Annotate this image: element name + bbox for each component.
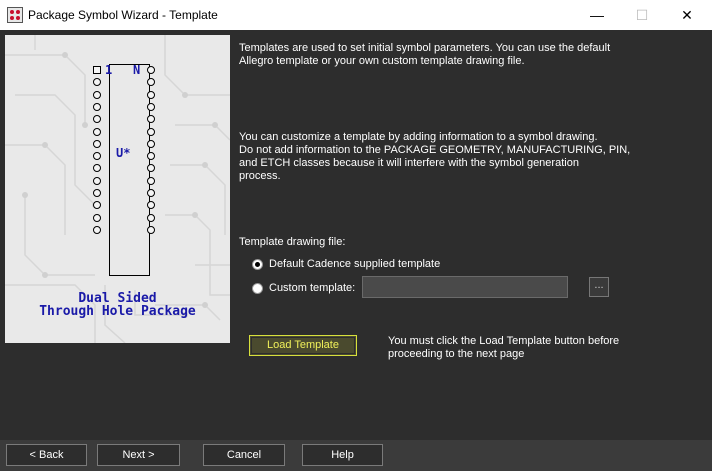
left-pin [93, 139, 101, 148]
right-pin [147, 66, 155, 74]
custom-template-radio[interactable] [252, 282, 263, 294]
intro-line-1: Templates are used to set initial symbol… [239, 42, 611, 54]
left-pin [93, 189, 101, 197]
intro-line-2: Allegro template or your own custom temp… [239, 55, 525, 67]
package-type-line2: Through Hole Package [39, 304, 196, 319]
minimize-button[interactable]: — [574, 0, 620, 30]
app-icon [7, 7, 23, 23]
load-template-button[interactable]: Load Template [249, 335, 357, 356]
right-pin [147, 176, 155, 185]
close-button[interactable]: ✕ [664, 0, 710, 30]
left-pin [93, 90, 101, 99]
back-button[interactable]: < Back [6, 444, 87, 466]
left-pin [93, 66, 101, 74]
left-pin [93, 176, 101, 185]
left-pin [93, 213, 101, 222]
intro-text: Templates are used to set initial symbol… [239, 42, 659, 68]
cancel-button[interactable]: Cancel [203, 444, 285, 466]
load-note-line-1: You must click the Load Template button … [388, 335, 620, 347]
customize-line-1: You can customize a template by adding i… [239, 131, 598, 143]
default-template-radio[interactable] [252, 258, 263, 270]
browse-button[interactable]: ... [589, 277, 609, 297]
maximize-button: ☐ [635, 7, 649, 23]
next-button[interactable]: Next > [97, 444, 180, 466]
right-pin [147, 102, 155, 111]
custom-template-option[interactable]: Custom template: [252, 280, 355, 296]
customize-line-3: and ETCH classes because it will interfe… [239, 157, 579, 169]
load-template-note: You must click the Load Template button … [388, 335, 688, 361]
left-pin [93, 127, 101, 136]
help-button[interactable]: Help [302, 444, 383, 466]
right-pin [147, 90, 155, 99]
load-note-line-2: proceeding to the next page [388, 348, 525, 360]
default-template-option[interactable]: Default Cadence supplied template [252, 256, 440, 272]
template-file-label: Template drawing file: [239, 236, 346, 248]
window-title: Package Symbol Wizard - Template [28, 8, 218, 22]
custom-template-label: Custom template: [269, 282, 356, 294]
pin1-label: 1 [105, 63, 113, 77]
customize-text: You can customize a template by adding i… [239, 131, 659, 183]
custom-template-path-input[interactable] [362, 276, 568, 298]
default-template-label: Default Cadence supplied template [269, 258, 441, 270]
right-pin [147, 213, 155, 222]
pinN-label: N [133, 63, 141, 77]
right-pin [147, 189, 155, 197]
refdes-label: U* [116, 146, 131, 160]
right-pin [147, 127, 155, 136]
customize-line-2: Do not add information to the PACKAGE GE… [239, 144, 631, 156]
left-pin [93, 102, 101, 111]
right-pin [147, 225, 155, 234]
customize-line-4: process. [239, 170, 281, 182]
right-pin [147, 139, 155, 148]
title-bar: Package Symbol Wizard - Template — ☐ ✕ [0, 0, 712, 30]
package-illustration: 1 N U* Dual Sided Through Hole Package [5, 35, 230, 343]
left-pin [93, 225, 101, 234]
chip-outline [109, 64, 150, 276]
